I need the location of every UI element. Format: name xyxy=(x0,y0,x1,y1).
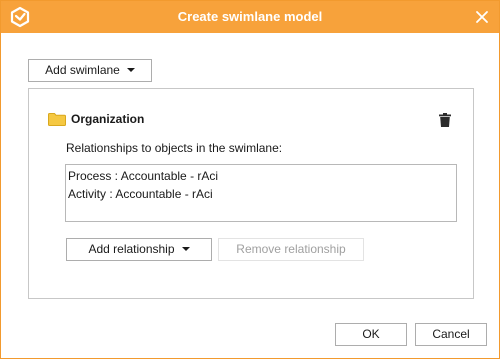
swimlane-panel: Organization Relationships to objects in… xyxy=(28,88,474,299)
add-swimlane-label: Add swimlane xyxy=(45,63,120,77)
remove-relationship-button[interactable]: Remove relationship xyxy=(218,238,364,261)
title-bar: Create swimlane model xyxy=(1,1,499,33)
chevron-down-icon xyxy=(181,246,190,251)
folder-icon xyxy=(48,113,66,126)
list-item[interactable]: Activity : Accountable - rAci xyxy=(66,185,456,203)
add-relationship-button[interactable]: Add relationship xyxy=(66,238,212,261)
add-relationship-label: Add relationship xyxy=(88,242,175,256)
relationships-list[interactable]: Process : Accountable - rAci Activity : … xyxy=(65,164,457,222)
relationships-label: Relationships to objects in the swimlane… xyxy=(66,141,283,155)
list-item[interactable]: Process : Accountable - rAci xyxy=(66,167,456,185)
dialog-title: Create swimlane model xyxy=(177,9,323,24)
create-swimlane-dialog: Create swimlane model Add swimlane Organ… xyxy=(0,0,500,359)
close-icon[interactable] xyxy=(473,8,491,26)
add-swimlane-button[interactable]: Add swimlane xyxy=(28,59,152,82)
cancel-button[interactable]: Cancel xyxy=(415,323,487,346)
ok-button[interactable]: OK xyxy=(335,323,407,346)
chevron-down-icon xyxy=(126,67,135,72)
trash-icon[interactable] xyxy=(439,113,451,127)
swimlane-name: Organization xyxy=(71,112,145,126)
